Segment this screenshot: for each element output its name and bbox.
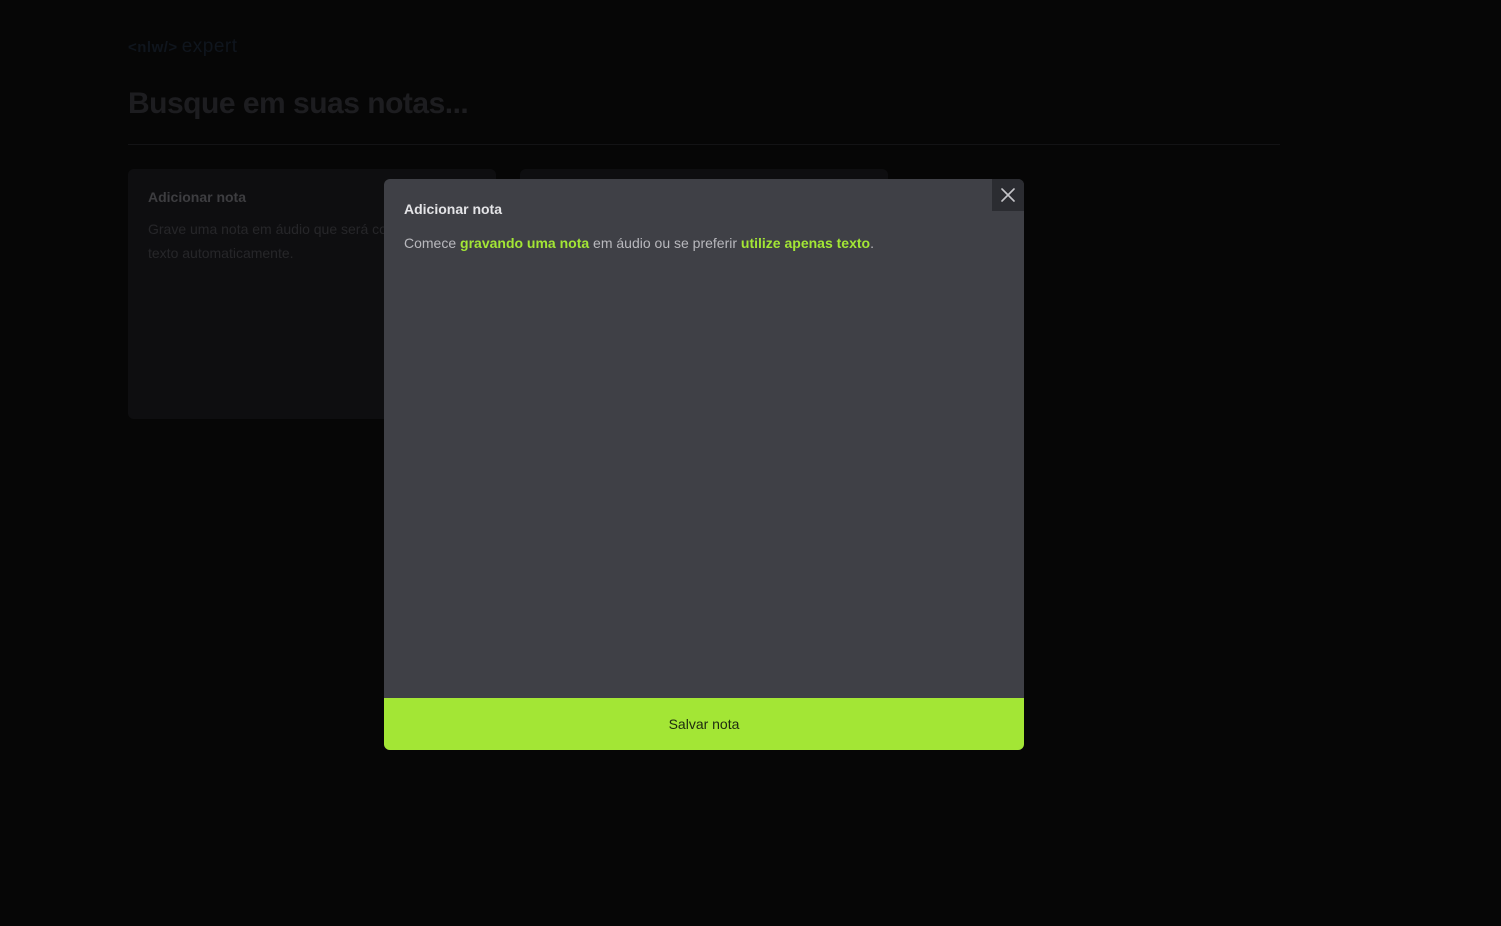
use-text-link[interactable]: utilize apenas texto xyxy=(741,235,870,251)
close-button[interactable] xyxy=(992,179,1024,211)
modal-text-prefix: Comece xyxy=(404,235,461,251)
modal-text-middle: em áudio ou se preferir xyxy=(589,235,741,251)
save-note-button[interactable]: Salvar nota xyxy=(384,698,1024,750)
modal-title: Adicionar nota xyxy=(404,201,503,217)
add-note-modal: Adicionar nota Comece gravando uma nota … xyxy=(384,179,1024,750)
record-audio-link[interactable]: gravando uma nota xyxy=(460,235,589,251)
x-icon xyxy=(1001,188,1015,202)
modal-description: Comece gravando uma nota em áudio ou se … xyxy=(404,235,1004,251)
app-page: <nlw/>expert Adicionar nota Grave uma no… xyxy=(0,0,1501,926)
modal-text-suffix: . xyxy=(870,235,874,251)
